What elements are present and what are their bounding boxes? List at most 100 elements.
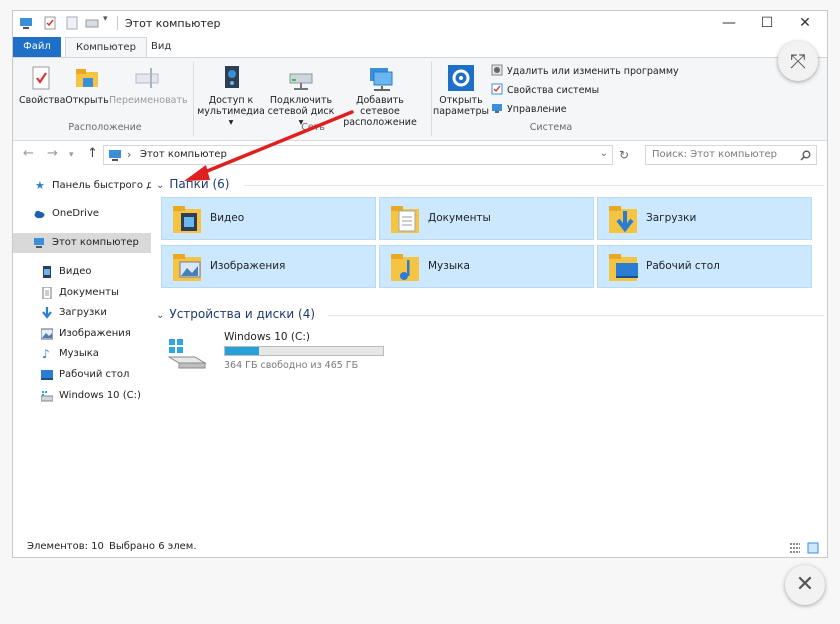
devices-section-header[interactable]: ⌄ Устройства и диски (4) bbox=[156, 307, 826, 325]
expand-icon: ⤧ bbox=[790, 49, 806, 73]
nav-item-downloads[interactable]: Загрузки bbox=[13, 304, 151, 322]
add-network-location-button[interactable]: Добавить сетевое расположение bbox=[335, 64, 425, 128]
search-box[interactable]: Поиск: Этот компьютер bbox=[645, 145, 817, 165]
back-arrow-icon[interactable]: ← bbox=[23, 146, 34, 161]
status-bar: Элементов: 10 Выбрано 6 элем. bbox=[13, 537, 827, 557]
manage-label: Управление bbox=[507, 104, 567, 115]
rename-icon[interactable] bbox=[85, 16, 99, 30]
expand-fullscreen-button[interactable]: ⤧ bbox=[778, 41, 818, 81]
group-label-network: Сеть bbox=[301, 122, 325, 133]
open-settings-button[interactable]: Открыть параметры bbox=[433, 64, 489, 117]
network-location-icon bbox=[370, 68, 393, 91]
computer-icon bbox=[20, 18, 32, 29]
breadcrumb-separator: › bbox=[127, 148, 132, 161]
tab-file[interactable]: Файл bbox=[13, 37, 61, 57]
add-location-label-1: Добавить сетевое bbox=[356, 95, 404, 117]
folders-section-header[interactable]: ⌄ Папки (6) bbox=[156, 177, 826, 195]
computer-icon bbox=[34, 238, 44, 248]
nav-item-quick-access[interactable]: ★ Панель быстрого дс bbox=[13, 177, 151, 195]
chevron-down-icon[interactable]: ▾ bbox=[103, 14, 117, 28]
folder-tile-music[interactable]: Музыка bbox=[379, 245, 594, 288]
folder-label: Рабочий стол bbox=[646, 260, 720, 272]
desktop-folder-icon bbox=[609, 254, 638, 281]
manage-button[interactable]: Управление bbox=[491, 102, 567, 118]
folder-label: Изображения bbox=[210, 260, 286, 272]
explorer-window: ▾ Этот компьютер — ☐ ✕ Файл Компьютер Ви… bbox=[12, 10, 828, 558]
download-icon bbox=[42, 307, 52, 319]
content-area: ⌄ Папки (6) Видео Документы Загрузки Изоб… bbox=[151, 173, 827, 533]
nav-item-pictures[interactable]: Изображения bbox=[13, 325, 151, 343]
nav-label: Панель быстрого дс bbox=[52, 180, 151, 191]
address-bar[interactable]: › Этот компьютер ⌄ bbox=[103, 145, 613, 165]
up-arrow-icon[interactable]: ↑ bbox=[87, 146, 98, 161]
cloud-icon bbox=[34, 210, 45, 219]
new-folder-icon[interactable] bbox=[65, 16, 79, 30]
folder-tile-downloads[interactable]: Загрузки bbox=[597, 197, 812, 240]
title-divider bbox=[117, 16, 118, 30]
documents-folder-icon bbox=[391, 206, 419, 233]
folder-tile-videos[interactable]: Видео bbox=[161, 197, 376, 240]
chevron-down-icon: ⌄ bbox=[156, 180, 165, 191]
nav-item-documents[interactable]: Документы bbox=[13, 284, 151, 302]
properties-button[interactable]: Свойства bbox=[19, 64, 65, 106]
music-folder-icon bbox=[391, 254, 419, 281]
folder-tile-documents[interactable]: Документы bbox=[379, 197, 594, 240]
nav-item-videos[interactable]: Видео bbox=[13, 263, 151, 281]
pictures-folder-icon bbox=[173, 254, 201, 281]
folder-tile-pictures[interactable]: Изображения bbox=[161, 245, 376, 288]
drive-tile-c[interactable]: Windows 10 (C:) 364 ГБ свободно из 465 Г… bbox=[163, 329, 393, 375]
tab-computer[interactable]: Компьютер bbox=[65, 37, 147, 57]
folder-label: Загрузки bbox=[646, 212, 697, 224]
nav-item-music[interactable]: ♪ Музыка bbox=[13, 345, 151, 363]
nav-item-drive-c[interactable]: Windows 10 (C:) bbox=[13, 387, 151, 405]
nav-label: Изображения bbox=[59, 328, 131, 339]
close-overlay-button[interactable]: ✕ bbox=[785, 565, 825, 605]
address-dropdown-icon[interactable]: ⌄ bbox=[600, 148, 608, 159]
group-label-location: Расположение bbox=[68, 122, 142, 133]
breadcrumb-path[interactable]: Этот компьютер bbox=[140, 149, 227, 160]
item-count: Элементов: 10 bbox=[27, 541, 104, 552]
details-view-icon[interactable] bbox=[789, 542, 801, 554]
nav-label: OneDrive bbox=[52, 208, 100, 219]
media-access-button[interactable]: Доступ к мультимедиа ▾ bbox=[197, 64, 265, 128]
selected-count: Выбрано 6 элем. bbox=[109, 541, 197, 552]
navigation-pane: ★ Панель быстрого дс OneDrive Этот компь… bbox=[13, 173, 151, 533]
open-button[interactable]: Открыть bbox=[65, 64, 109, 106]
uninstall-icon bbox=[491, 64, 503, 76]
folder-label: Видео bbox=[210, 212, 245, 224]
maximize-button[interactable]: ☐ bbox=[749, 11, 785, 37]
chevron-down-icon: ⌄ bbox=[156, 310, 165, 321]
nav-label: Видео bbox=[59, 266, 92, 277]
large-icons-view-icon[interactable] bbox=[807, 542, 819, 554]
drive-icon bbox=[41, 391, 53, 402]
ribbon: Свойства Открыть Переименовать Расположе… bbox=[13, 57, 827, 141]
properties-check-icon bbox=[32, 66, 50, 90]
uninstall-program-button[interactable]: Удалить или изменить программу bbox=[491, 64, 679, 80]
recent-chevron-icon[interactable]: ▾ bbox=[69, 150, 74, 160]
forward-arrow-icon[interactable]: → bbox=[47, 146, 58, 161]
pictures-icon bbox=[41, 328, 53, 340]
properties-check-icon[interactable] bbox=[43, 16, 57, 30]
minimize-button[interactable]: — bbox=[711, 11, 747, 37]
refresh-icon[interactable]: ↻ bbox=[619, 148, 629, 162]
windows-drive-icon bbox=[167, 339, 207, 369]
nav-label: Музыка bbox=[59, 348, 99, 359]
system-properties-button[interactable]: Свойства системы bbox=[491, 83, 599, 99]
title-bar: ▾ Этот компьютер — ☐ ✕ bbox=[13, 11, 827, 37]
rename-button[interactable]: Переименовать bbox=[109, 64, 188, 106]
map-network-drive-button[interactable]: Подключить сетевой диск ▾ bbox=[265, 64, 337, 128]
search-placeholder: Поиск: Этот компьютер bbox=[652, 149, 778, 160]
drive-name: Windows 10 (C:) bbox=[224, 331, 310, 343]
folders-heading: Папки (6) bbox=[169, 177, 230, 191]
folder-label: Музыка bbox=[428, 260, 470, 272]
folder-tile-desktop[interactable]: Рабочий стол bbox=[597, 245, 812, 288]
nav-item-desktop[interactable]: Рабочий стол bbox=[13, 366, 151, 384]
gear-icon bbox=[448, 65, 474, 91]
close-button[interactable]: ✕ bbox=[787, 11, 823, 37]
section-divider bbox=[244, 185, 824, 186]
nav-item-onedrive[interactable]: OneDrive bbox=[13, 205, 151, 223]
open-settings-label-2: параметры bbox=[433, 106, 489, 117]
tab-view[interactable]: Вид bbox=[141, 37, 181, 57]
folder-open-icon bbox=[76, 69, 98, 87]
nav-item-this-pc[interactable]: Этот компьютер bbox=[13, 233, 151, 253]
